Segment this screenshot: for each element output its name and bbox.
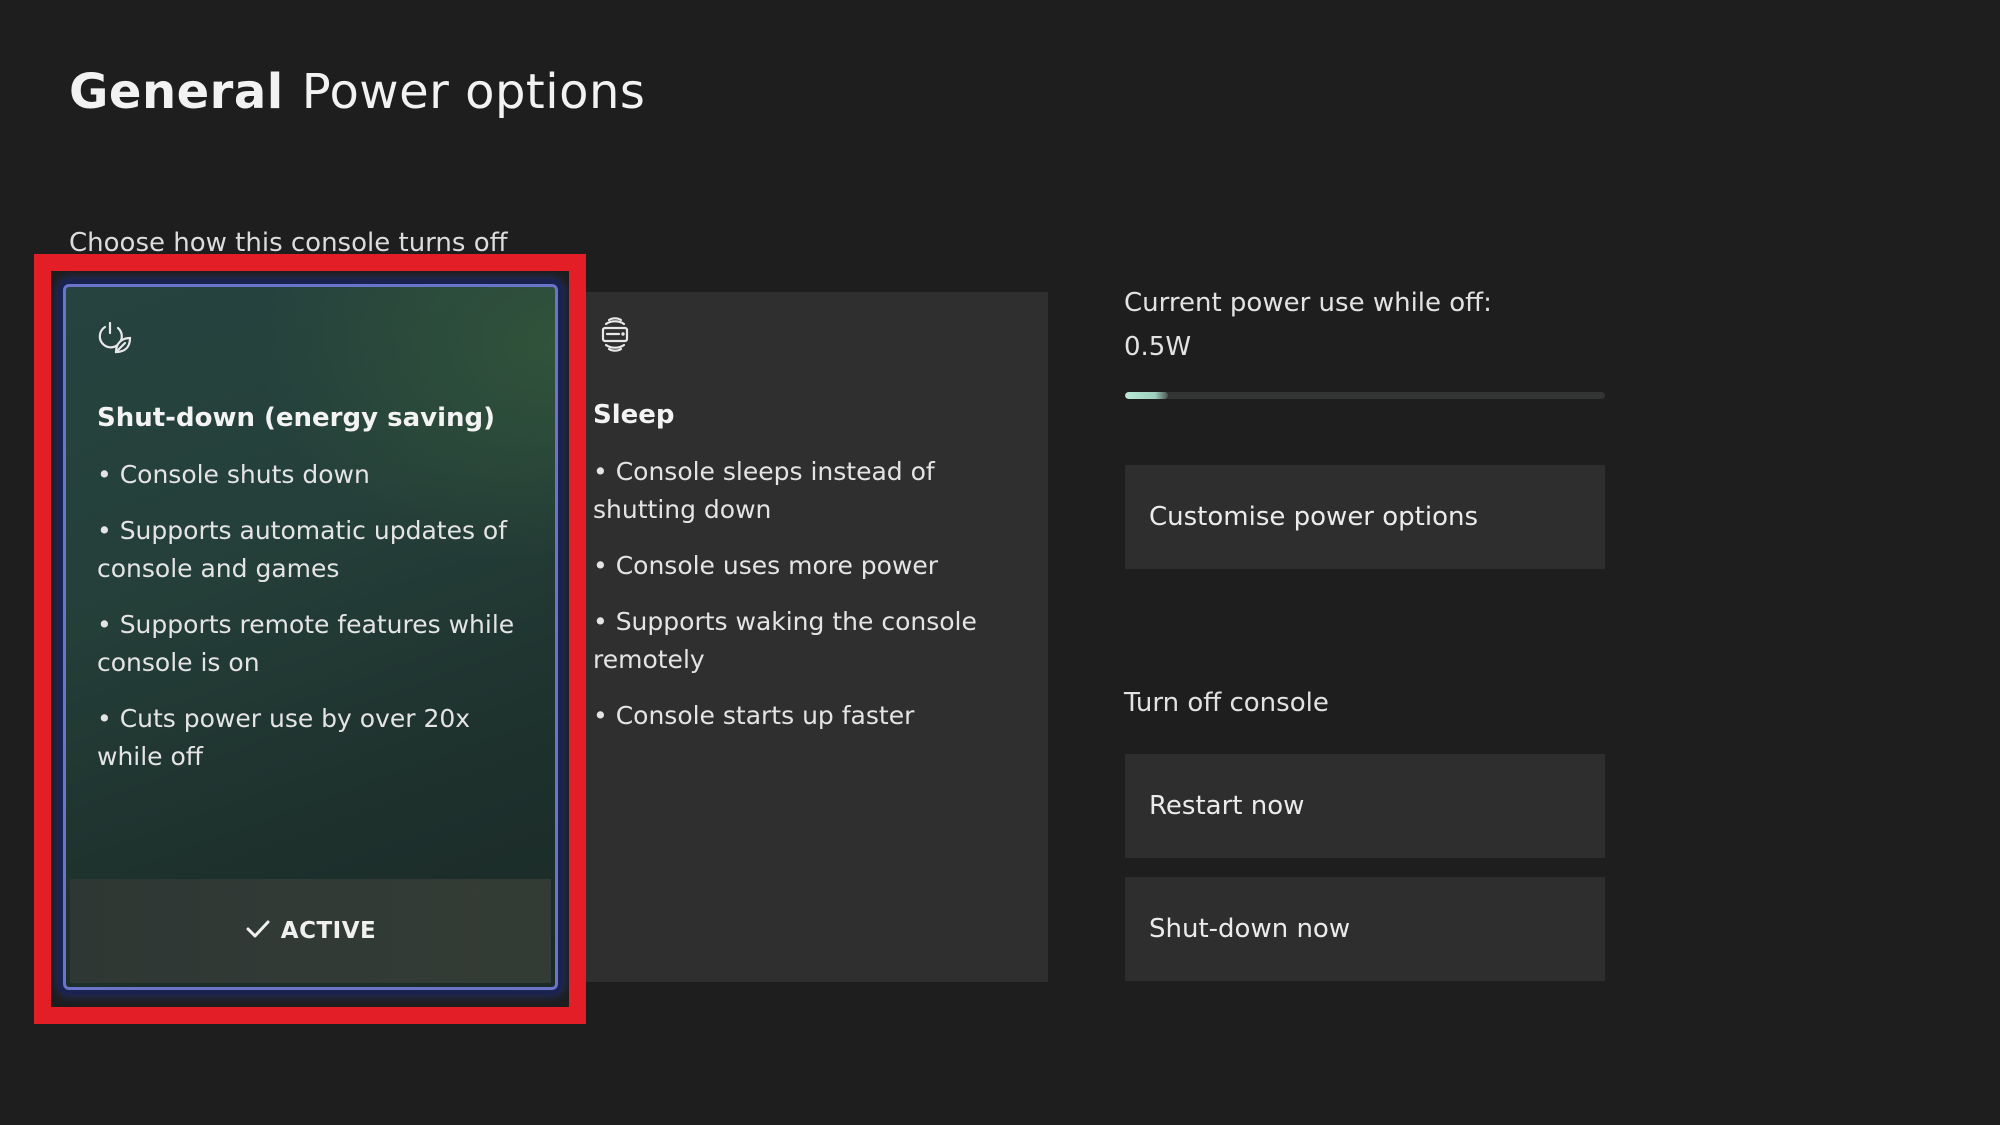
option-features-shutdown: • Console shuts down • Supports automati…	[97, 456, 537, 794]
power-leaf-icon	[96, 319, 136, 359]
power-use-label: Current power use while off:	[1124, 288, 1492, 318]
power-mode-label: Choose how this console turns off	[69, 228, 508, 258]
option-features-sleep: • Console sleeps instead of shutting dow…	[593, 453, 1023, 753]
feature-item: • Supports remote features while console…	[97, 610, 515, 677]
power-use-value: 0.5W	[1124, 332, 1192, 362]
customise-power-options-button[interactable]: Customise power options	[1125, 465, 1605, 569]
page-heading: Power options	[301, 64, 646, 120]
turn-off-console-label: Turn off console	[1124, 688, 1329, 718]
page-title: General Power options	[69, 62, 645, 122]
active-status-label: ACTIVE	[280, 918, 377, 944]
power-use-meter-fill	[1125, 392, 1169, 399]
feature-item: • Console sleeps instead of shutting dow…	[593, 457, 935, 524]
feature-item: • Console shuts down	[97, 460, 370, 489]
active-status-bar: ACTIVE	[70, 879, 551, 983]
shutdown-now-button[interactable]: Shut-down now	[1125, 877, 1605, 981]
feature-item: • Console starts up faster	[593, 701, 915, 730]
power-use-meter	[1125, 392, 1605, 399]
feature-item: • Supports waking the console remotely	[593, 607, 977, 674]
feature-item: • Cuts power use by over 20x while off	[97, 704, 471, 771]
restart-now-button[interactable]: Restart now	[1125, 754, 1605, 858]
option-title-sleep: Sleep	[593, 400, 675, 430]
console-sleep-icon	[595, 315, 635, 355]
option-title-shutdown: Shut-down (energy saving)	[97, 403, 495, 433]
feature-item: • Console uses more power	[593, 551, 939, 580]
feature-item: • Supports automatic updates of console …	[97, 516, 508, 583]
checkmark-icon	[245, 918, 271, 944]
breadcrumb-general: General	[69, 64, 284, 120]
option-card-shutdown[interactable]: Shut-down (energy saving) • Console shut…	[63, 284, 558, 990]
option-card-sleep[interactable]: Sleep • Console sleeps instead of shutti…	[586, 292, 1048, 982]
